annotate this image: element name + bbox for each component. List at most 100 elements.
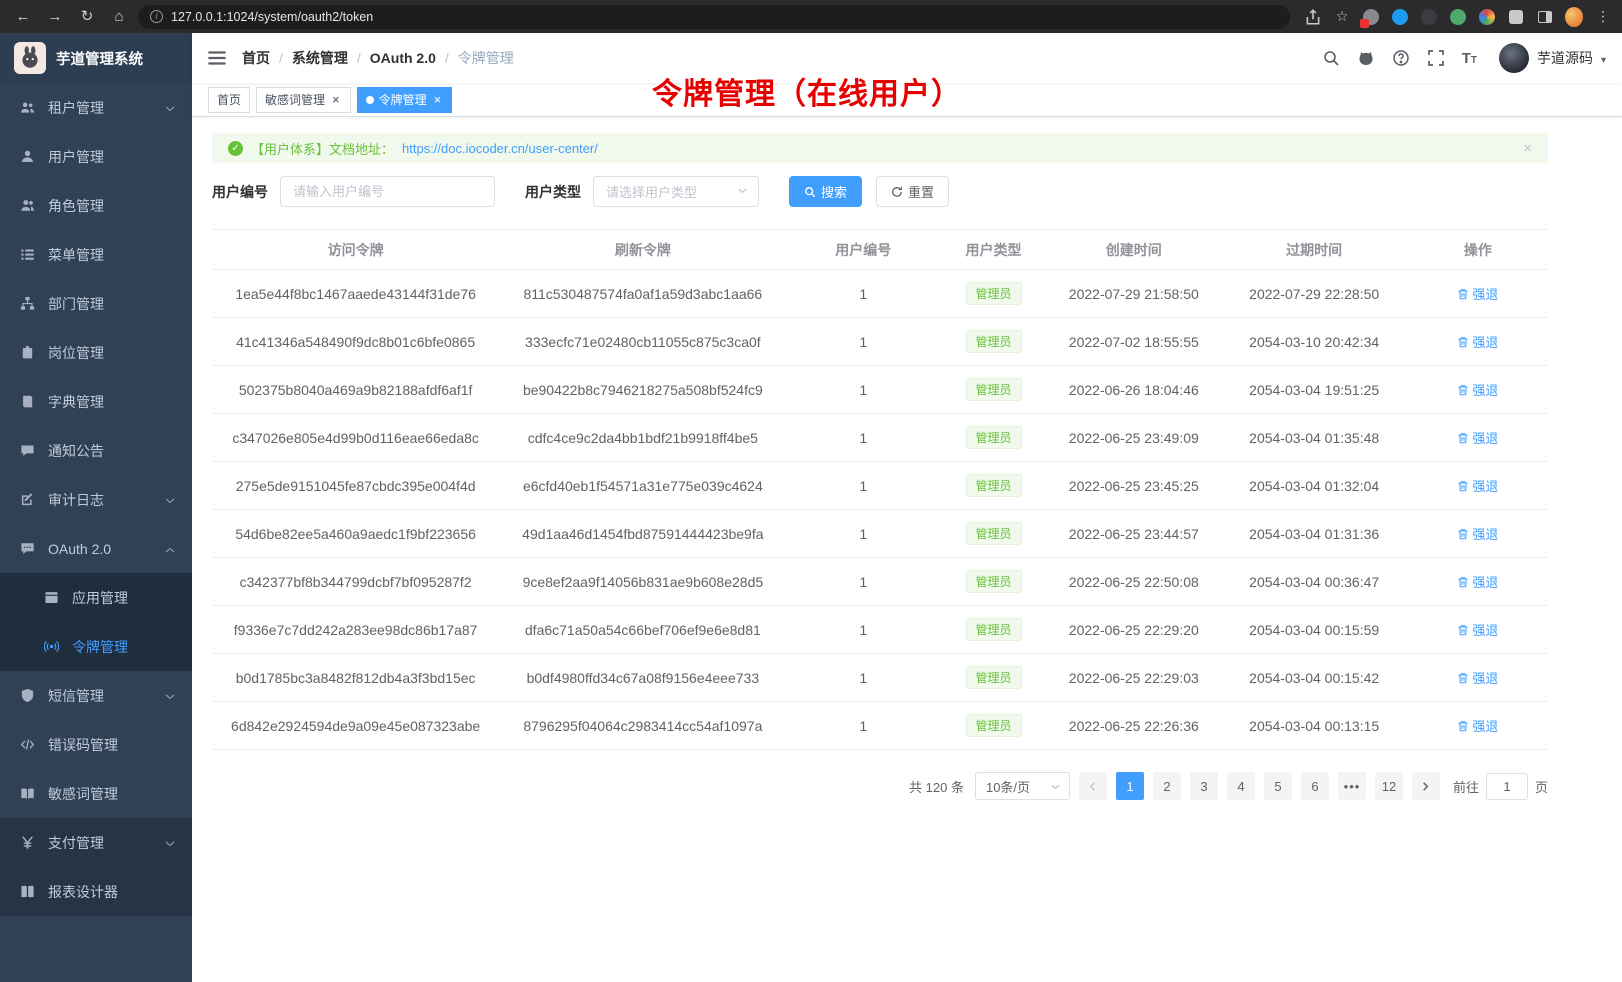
sidebar-item-token[interactable]: 令牌管理 — [0, 622, 192, 671]
github-icon[interactable] — [1357, 49, 1376, 68]
page-size-select[interactable]: 10条/页 — [975, 772, 1070, 800]
breadcrumb-item[interactable]: 系统管理 — [292, 48, 348, 68]
pager-page-6[interactable]: 6 — [1301, 772, 1329, 800]
user-id-cell: 1 — [786, 366, 940, 414]
breadcrumb-item[interactable]: 首页 — [242, 48, 270, 68]
pager-page-1[interactable]: 1 — [1116, 772, 1144, 800]
side-panel-icon[interactable] — [1536, 8, 1554, 26]
force-logout-label: 强退 — [1472, 428, 1498, 447]
sidebar-item-dict[interactable]: 字典管理 — [0, 377, 192, 426]
extension-green-icon[interactable] — [1449, 8, 1467, 26]
share-icon[interactable] — [1304, 8, 1322, 26]
sidebar-item-dept[interactable]: 部门管理 — [0, 279, 192, 328]
sidebar-item-user[interactable]: 用户管理 — [0, 132, 192, 181]
force-logout-label: 强退 — [1472, 620, 1498, 639]
tab-label: 敏感词管理 — [265, 91, 325, 108]
user-type-select[interactable]: 请选择用户类型 — [593, 176, 759, 207]
bookmark-star-icon[interactable]: ☆ — [1333, 8, 1351, 26]
address-bar[interactable]: i 127.0.0.1:1024/system/oauth2/token — [138, 5, 1290, 29]
force-logout-button[interactable]: 强退 — [1457, 620, 1498, 639]
extension-gray-icon[interactable] — [1362, 8, 1380, 26]
user-type-tag: 管理员 — [966, 282, 1022, 305]
extension-blue-icon[interactable] — [1391, 8, 1409, 26]
pager-page-5[interactable]: 5 — [1264, 772, 1292, 800]
browser-profile-avatar[interactable] — [1565, 8, 1583, 26]
sidebar-item-notice[interactable]: 通知公告 — [0, 426, 192, 475]
home-icon[interactable]: ⌂ — [106, 5, 132, 29]
sidebar-item-app[interactable]: 应用管理 — [0, 573, 192, 622]
tabs-bar: 首页敏感词管理×令牌管理× — [192, 83, 1622, 117]
force-logout-button[interactable]: 强退 — [1457, 716, 1498, 735]
sidebar-item-menu[interactable]: 菜单管理 — [0, 230, 192, 279]
sidebar-item-report[interactable]: 报表设计器 — [0, 867, 192, 916]
sidebar-item-role[interactable]: 角色管理 — [0, 181, 192, 230]
audit-log-icon — [20, 492, 36, 508]
force-logout-button[interactable]: 强退 — [1457, 476, 1498, 495]
force-logout-button[interactable]: 强退 — [1457, 572, 1498, 591]
extensions-puzzle-icon[interactable] — [1507, 8, 1525, 26]
next-page-button[interactable] — [1412, 772, 1440, 800]
doc-alert: ✓ 【用户体系】文档地址： https://doc.iocoder.cn/use… — [212, 133, 1548, 163]
pager-page-12[interactable]: 12 — [1375, 772, 1403, 800]
user-avatar — [1499, 43, 1529, 73]
pager-page-4[interactable]: 4 — [1227, 772, 1255, 800]
force-logout-button[interactable]: 强退 — [1457, 332, 1498, 351]
breadcrumb-item[interactable]: OAuth 2.0 — [370, 50, 436, 66]
sidebar-item-oauth[interactable]: OAuth 2.0 — [0, 524, 192, 573]
tab-敏感词管理[interactable]: 敏感词管理 × — [256, 87, 351, 113]
extension-dark-icon[interactable] — [1420, 8, 1438, 26]
pager-more-button[interactable]: ••• — [1338, 772, 1366, 800]
user-id-input[interactable] — [280, 176, 495, 207]
back-icon[interactable]: ← — [10, 5, 36, 29]
sidebar-item-label: OAuth 2.0 — [48, 541, 152, 557]
force-logout-button[interactable]: 强退 — [1457, 428, 1498, 447]
search-button[interactable]: 搜索 — [789, 176, 862, 207]
sidebar-item-pay[interactable]: 支付管理 — [0, 818, 192, 867]
sidebar-item-label: 字典管理 — [48, 392, 176, 412]
sidebar-item-tenant[interactable]: 租户管理 — [0, 83, 192, 132]
user-menu[interactable]: 芋道源码 ▾ — [1499, 43, 1606, 73]
pager-page-2[interactable]: 2 — [1153, 772, 1181, 800]
tab-令牌管理[interactable]: 令牌管理× — [357, 87, 453, 113]
created-time-cell: 2022-06-25 22:50:08 — [1047, 558, 1221, 606]
prev-page-button[interactable] — [1079, 772, 1107, 800]
force-logout-button[interactable]: 强退 — [1457, 524, 1498, 543]
forward-icon[interactable]: → — [42, 5, 68, 29]
search-icon[interactable] — [1322, 49, 1341, 68]
sidebar-item-post[interactable]: 岗位管理 — [0, 328, 192, 377]
column-header: 用户编号 — [786, 230, 940, 270]
tab-首页[interactable]: 首页 — [208, 87, 250, 113]
extension-colorful-icon[interactable] — [1478, 8, 1496, 26]
browser-menu-icon[interactable]: ⋮ — [1594, 8, 1612, 26]
created-time-cell: 2022-06-25 23:44:57 — [1047, 510, 1221, 558]
tab-close-icon[interactable]: × — [432, 92, 444, 107]
sidebar-item-label: 菜单管理 — [48, 245, 176, 265]
app-logo[interactable]: 芋道管理系统 — [0, 33, 192, 83]
sidebar-item-audit[interactable]: 审计日志 — [0, 475, 192, 524]
doc-link[interactable]: https://doc.iocoder.cn/user-center/ — [402, 141, 598, 156]
sidebar-item-sensitive[interactable]: 敏感词管理 — [0, 769, 192, 818]
force-logout-button[interactable]: 强退 — [1457, 380, 1498, 399]
tab-close-icon[interactable]: × — [330, 92, 342, 107]
font-size-icon[interactable]: TT — [1462, 50, 1477, 67]
site-info-icon[interactable]: i — [150, 10, 163, 23]
goto-page-input[interactable] — [1486, 773, 1528, 800]
fullscreen-icon[interactable] — [1427, 49, 1446, 68]
sidebar-item-errcode[interactable]: 错误码管理 — [0, 720, 192, 769]
alert-close-icon[interactable]: × — [1523, 140, 1532, 157]
help-icon[interactable] — [1392, 49, 1411, 68]
hamburger-icon[interactable] — [206, 47, 228, 69]
refresh-token-cell: 49d1aa46d1454fbd87591444423be9fa — [499, 510, 786, 558]
created-time-cell: 2022-06-25 22:29:20 — [1047, 606, 1221, 654]
sidebar-item-label: 岗位管理 — [48, 343, 176, 363]
role-users-icon — [20, 198, 36, 214]
pager-page-3[interactable]: 3 — [1190, 772, 1218, 800]
reload-icon[interactable]: ↻ — [74, 5, 100, 29]
table-row: b0d1785bc3a8482f812db4a3f3bd15ecb0df4980… — [212, 654, 1548, 702]
alert-text: 【用户体系】文档地址： — [251, 139, 394, 158]
reset-button[interactable]: 重置 — [876, 176, 949, 207]
sidebar-item-sms[interactable]: 短信管理 — [0, 671, 192, 720]
expire-time-cell: 2054-03-04 01:35:48 — [1221, 414, 1408, 462]
force-logout-button[interactable]: 强退 — [1457, 668, 1498, 687]
force-logout-button[interactable]: 强退 — [1457, 284, 1498, 303]
